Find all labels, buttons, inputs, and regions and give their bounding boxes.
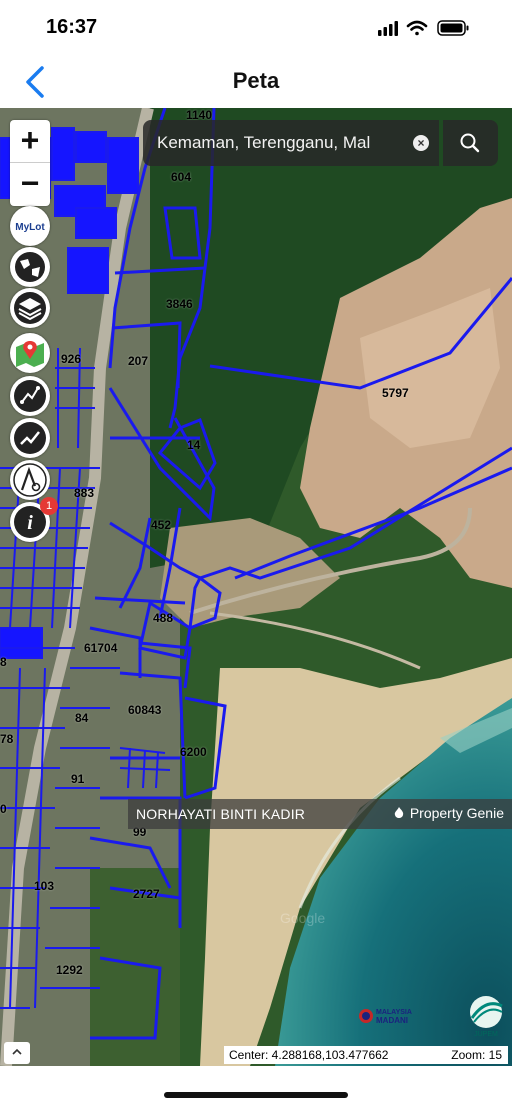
zoom-control: + −: [10, 120, 50, 206]
status-icons: [378, 18, 478, 43]
route-button[interactable]: [10, 418, 50, 458]
zoom-in-button[interactable]: +: [10, 120, 50, 162]
measure-icon: [14, 380, 46, 412]
lot-label[interactable]: 91: [71, 772, 84, 786]
lot-label[interactable]: 3846: [166, 297, 193, 311]
lot-label[interactable]: 207: [128, 354, 148, 368]
lot-label[interactable]: 488: [153, 611, 173, 625]
lot-label[interactable]: 926: [61, 352, 81, 366]
svg-text:JUPEM: JUPEM: [474, 1031, 498, 1038]
malaysia-madani-logo: MALAYSIA MADANI: [358, 1004, 442, 1028]
layers-icon: [14, 292, 46, 324]
owner-name: NORHAYATI BINTI KADIR: [136, 806, 306, 822]
home-area: [0, 1066, 512, 1107]
lot-label[interactable]: 6200: [180, 745, 207, 759]
map-view[interactable]: Google 1140 604 3846 926 207 5797 14 883…: [0, 108, 512, 1066]
lot-label[interactable]: 84: [75, 711, 88, 725]
notification-badge: 1: [40, 497, 58, 515]
mylot-icon: MyLot: [15, 222, 45, 233]
jupem-logo: JUPEM: [462, 992, 510, 1040]
lot-label[interactable]: 103: [34, 879, 54, 893]
search-icon: [460, 133, 480, 153]
lot-label[interactable]: 78: [0, 732, 13, 746]
zoom-out-button[interactable]: −: [10, 163, 50, 205]
svg-text:i: i: [27, 512, 33, 534]
battery-icon: [437, 20, 469, 36]
lot-label[interactable]: 8: [0, 655, 7, 669]
lot-label[interactable]: 60843: [128, 703, 161, 717]
owner-info-bar[interactable]: NORHAYATI BINTI KADIR Property Genie: [128, 799, 512, 829]
lot-label[interactable]: 1292: [56, 963, 83, 977]
location-button[interactable]: [10, 333, 50, 373]
satellite-toggle-button[interactable]: [10, 247, 50, 287]
globe-icon: [15, 252, 45, 282]
map-pin-icon: [16, 341, 44, 367]
status-time: 16:37: [46, 16, 98, 38]
layers-button[interactable]: [10, 288, 50, 328]
chevron-up-icon: [12, 1048, 22, 1055]
lot-label[interactable]: 5797: [382, 386, 409, 400]
nav-bar: Peta: [0, 58, 512, 108]
lot-label[interactable]: 604: [171, 170, 191, 184]
wifi-icon: [406, 20, 428, 36]
zoom-level: Zoom: 15: [451, 1048, 502, 1062]
lot-label[interactable]: 2727: [133, 887, 160, 901]
satellite-imagery: Google: [0, 108, 512, 1066]
svg-text:MALAYSIA: MALAYSIA: [376, 1009, 412, 1016]
flame-icon: [394, 807, 404, 818]
lot-label[interactable]: 0: [0, 802, 7, 816]
search-field[interactable]: Kemaman, Terengganu, Mal ×: [143, 120, 439, 166]
lot-label[interactable]: 452: [151, 518, 171, 532]
lot-label[interactable]: 883: [74, 486, 94, 500]
search-text-icon: [13, 463, 47, 497]
signal-icon: [378, 21, 398, 36]
page-title: Peta: [232, 68, 280, 93]
property-genie-label: Property Genie: [409, 805, 504, 821]
lot-label[interactable]: 61704: [84, 641, 117, 655]
clear-icon[interactable]: ×: [413, 135, 429, 151]
measure-button[interactable]: [10, 376, 50, 416]
center-coordinates: Center: 4.288168,103.477662: [229, 1048, 389, 1062]
lot-label[interactable]: 14: [187, 438, 200, 452]
property-genie-link[interactable]: Property Genie: [392, 805, 504, 821]
expand-button[interactable]: [4, 1042, 30, 1064]
home-indicator[interactable]: [164, 1092, 348, 1098]
svg-text:MyLot: MyLot: [15, 222, 45, 233]
status-bar: 16:37: [0, 0, 512, 58]
mylot-button[interactable]: MyLot: [10, 206, 50, 246]
svg-text:MADANI: MADANI: [376, 1016, 408, 1025]
search-input[interactable]: Kemaman, Terengganu, Mal: [157, 133, 407, 153]
route-icon: [14, 422, 46, 454]
search-lot-button[interactable]: [10, 460, 50, 500]
google-watermark: Google: [280, 910, 325, 926]
search-button[interactable]: [443, 120, 498, 166]
center-readout: Center: 4.288168,103.477662 Zoom: 15: [224, 1046, 508, 1064]
